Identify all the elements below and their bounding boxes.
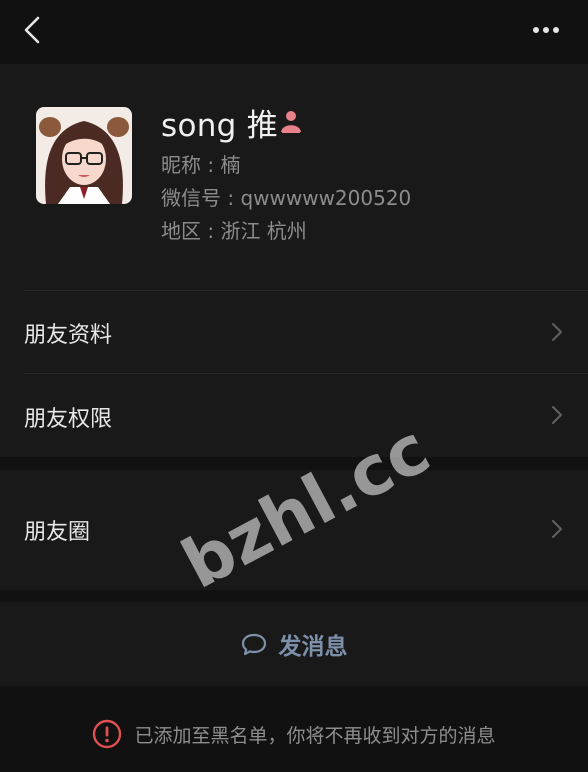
more-button[interactable]	[524, 14, 568, 46]
female-user-icon	[278, 108, 304, 134]
chevron-right-icon	[551, 519, 563, 539]
avatar[interactable]	[36, 107, 132, 204]
chevron-left-icon	[24, 16, 40, 44]
friend-info-row[interactable]: 朋友资料	[0, 290, 588, 373]
ellipsis-icon	[533, 27, 559, 33]
top-bar	[0, 0, 588, 64]
blacklist-notice-text: 已添加至黑名单，你将不再收到对方的消息	[134, 724, 496, 747]
send-message-label: 发消息	[278, 634, 348, 660]
friend-info-label: 朋友资料	[24, 323, 113, 348]
moments-label: 朋友圈	[24, 520, 91, 545]
nickname-line: 昵称 : 楠	[161, 153, 241, 177]
profile-name: song 推	[161, 108, 279, 144]
blacklist-notice: 已添加至黑名单，你将不再收到对方的消息	[0, 714, 588, 754]
wechat-id-line: 微信号 : qwwwww200520	[161, 186, 412, 210]
chevron-right-icon	[551, 322, 563, 342]
friend-permission-row[interactable]: 朋友权限	[0, 374, 588, 457]
exclamation-circle-icon	[93, 719, 122, 749]
back-button[interactable]	[16, 12, 52, 48]
send-message-button[interactable]: 发消息	[0, 602, 588, 686]
chat-bubble-icon	[241, 633, 266, 656]
region-line: 地区 : 浙江 杭州	[161, 219, 307, 243]
friend-permission-label: 朋友权限	[24, 407, 113, 432]
chevron-right-icon	[551, 405, 563, 425]
